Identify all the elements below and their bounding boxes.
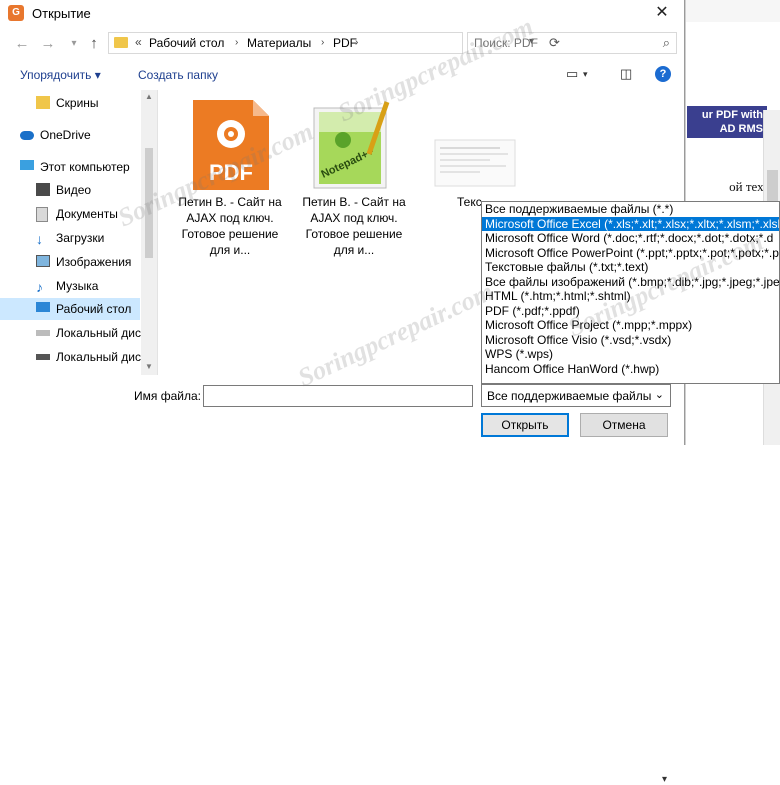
chevron-right-icon[interactable]: ›	[321, 37, 324, 48]
title-bar: G Открытие ✕	[0, 0, 684, 26]
filename-label: Имя файла:	[134, 389, 201, 403]
folder-icon	[36, 96, 50, 109]
text-document-icon	[434, 139, 516, 187]
filetype-option[interactable]: Все поддерживаемые файлы (*.*)	[482, 202, 779, 217]
filetype-select[interactable]: Все поддерживаемые файлы ⌄	[481, 384, 671, 407]
computer-icon	[20, 160, 34, 170]
address-bar[interactable]: « Рабочий стол › Материалы › PDF › ▾ ⟳	[108, 32, 560, 54]
window-title: Открытие	[32, 6, 91, 21]
sidebar-item-label: Загрузки	[56, 231, 105, 245]
filetype-option[interactable]: Текстовые файлы (*.txt;*.text)	[482, 260, 779, 275]
filetype-option[interactable]: Microsoft Office Visio (*.vsd;*.vsdx)	[482, 333, 779, 348]
preview-pane-icon[interactable]: ◫	[620, 66, 632, 82]
chevron-right-icon[interactable]: ›	[355, 37, 358, 48]
filetype-option[interactable]: HTML (*.htm;*.html;*.shtml)	[482, 289, 779, 304]
chevron-down-icon[interactable]: ⌄	[655, 388, 664, 401]
file-item-pdf[interactable]: PDF Петин В. - Сайт на AJAX под ключ. Го…	[175, 98, 285, 257]
sidebar-item-local-disk-c[interactable]: Локальный дис	[0, 322, 141, 344]
notepad-plus-plus-icon: Notepad++	[313, 101, 390, 189]
search-box[interactable]: ⌕	[467, 32, 677, 54]
filetype-option[interactable]: Все файлы изображений (*.bmp;*.dib;*.jpg…	[482, 275, 779, 290]
cancel-button[interactable]: Отмена	[580, 413, 668, 437]
breadcrumb-overflow[interactable]: «	[135, 35, 142, 49]
chevron-down-icon[interactable]: ▾	[583, 69, 588, 80]
background-text: ой тех-	[729, 179, 768, 194]
help-icon[interactable]: ?	[655, 66, 671, 82]
sidebar-item-label: Музыка	[56, 279, 99, 293]
sidebar-scrollbar[interactable]: ▲ ▼	[141, 90, 157, 375]
sidebar-item-label: Документы	[56, 207, 118, 221]
breadcrumb-materials[interactable]: Материалы	[247, 36, 311, 50]
scrollbar-thumb[interactable]	[145, 148, 153, 258]
sidebar-item-label: OneDrive	[40, 128, 91, 142]
music-icon: ♪	[36, 279, 43, 295]
filetype-dropdown-list: Все поддерживаемые файлы (*.*) Microsoft …	[481, 201, 780, 384]
sidebar-item-pictures[interactable]: Изображения	[0, 251, 140, 273]
close-button[interactable]: ✕	[640, 0, 684, 26]
sidebar-item-videos[interactable]: Видео	[0, 179, 140, 201]
sidebar-item-label: Видео	[56, 183, 92, 197]
desktop-icon	[36, 302, 50, 312]
sidebar-item-label: Этот компьютер	[40, 160, 130, 174]
drive-icon	[36, 330, 50, 336]
sidebar-item-label: Скрины	[56, 96, 99, 110]
search-input[interactable]	[468, 33, 660, 53]
navigation-pane: Скрины OneDrive Этот компьютер Видео Док…	[0, 90, 158, 375]
pdf-file-icon: PDF	[193, 100, 269, 190]
sidebar-item-local-disk-d[interactable]: Локальный дис	[0, 346, 141, 368]
arrow-up-icon[interactable]: ↑	[84, 34, 104, 54]
sidebar-item-documents[interactable]: Документы	[0, 203, 140, 225]
scroll-down-icon[interactable]: ▼	[145, 362, 153, 371]
foxit-app-icon: G	[8, 5, 24, 21]
arrow-left-icon[interactable]: ←	[12, 34, 32, 54]
sidebar-item-label: Изображения	[56, 255, 132, 269]
new-folder-button[interactable]: Создать папку	[138, 68, 218, 82]
scroll-up-icon[interactable]: ▲	[145, 92, 153, 101]
video-icon	[36, 183, 50, 196]
document-icon	[36, 207, 48, 222]
background-banner: ur PDF with AD RMS	[687, 106, 767, 138]
cloud-icon	[20, 131, 34, 140]
file-item-notepad[interactable]: Notepad++ Петин В. - Сайт на AJAX под кл…	[299, 98, 409, 257]
search-icon[interactable]: ⌕	[663, 35, 670, 51]
picture-icon	[36, 255, 50, 267]
file-item-text[interactable]: Текс	[420, 98, 530, 209]
file-name: Петин В. - Сайт на AJAX под ключ. Готово…	[302, 195, 406, 257]
toolbar: Упорядочить ▾ Создать папку ▭ ▾ ◫ ?	[0, 62, 684, 88]
filename-field[interactable]: ▾	[203, 385, 667, 785]
sidebar-item-label: Локальный дис	[56, 350, 141, 364]
breadcrumb-desktop[interactable]: Рабочий стол	[149, 36, 224, 50]
arrow-right-icon[interactable]: →	[38, 34, 58, 54]
filetype-selected: Все поддерживаемые файлы	[487, 389, 652, 403]
chevron-down-icon[interactable]: ▾	[662, 774, 667, 785]
filetype-option[interactable]: WPS (*.wps)	[482, 347, 779, 362]
background-window-titlebar	[686, 0, 780, 22]
drive-icon	[36, 354, 50, 360]
folder-icon	[114, 37, 128, 48]
sidebar-item-screens[interactable]: Скрины	[0, 92, 140, 114]
organize-menu[interactable]: Упорядочить ▾	[20, 68, 101, 82]
pdf-icon-text: PDF	[209, 160, 253, 185]
file-name: Петин В. - Сайт на AJAX под ключ. Готово…	[178, 195, 282, 257]
filetype-option[interactable]: PDF (*.pdf;*.ppdf)	[482, 304, 779, 319]
sidebar-item-label: Рабочий стол	[56, 302, 132, 316]
open-button[interactable]: Открыть	[481, 413, 569, 437]
sidebar-item-this-pc[interactable]: Этот компьютер	[0, 156, 140, 178]
breadcrumb-pdf[interactable]: PDF	[333, 36, 357, 50]
view-options-icon[interactable]: ▭	[566, 66, 578, 82]
filetype-option[interactable]: Microsoft Office Excel (*.xls;*.xlt;*.xl…	[482, 216, 779, 231]
filetype-option[interactable]: Microsoft Office Word (*.doc;*.rtf;*.doc…	[482, 231, 779, 246]
recent-locations-icon[interactable]: ▾	[64, 34, 84, 54]
filetype-option[interactable]: Microsoft Office PowerPoint (*.ppt;*.ppt…	[482, 246, 779, 261]
filetype-option[interactable]: Hancom Office HanWord (*.hwp)	[482, 362, 779, 377]
sidebar-item-label: Локальный дис	[56, 326, 141, 340]
chevron-right-icon[interactable]: ›	[235, 37, 238, 48]
sidebar-item-music[interactable]: ♪ Музыка	[0, 275, 140, 297]
sidebar-item-desktop[interactable]: Рабочий стол	[0, 298, 140, 320]
filetype-option[interactable]: Microsoft Office Project (*.mpp;*.mppx)	[482, 318, 779, 333]
sidebar-item-downloads[interactable]: ↓ Загрузки	[0, 227, 140, 249]
download-icon: ↓	[36, 231, 43, 247]
sidebar-item-onedrive[interactable]: OneDrive	[0, 124, 140, 146]
